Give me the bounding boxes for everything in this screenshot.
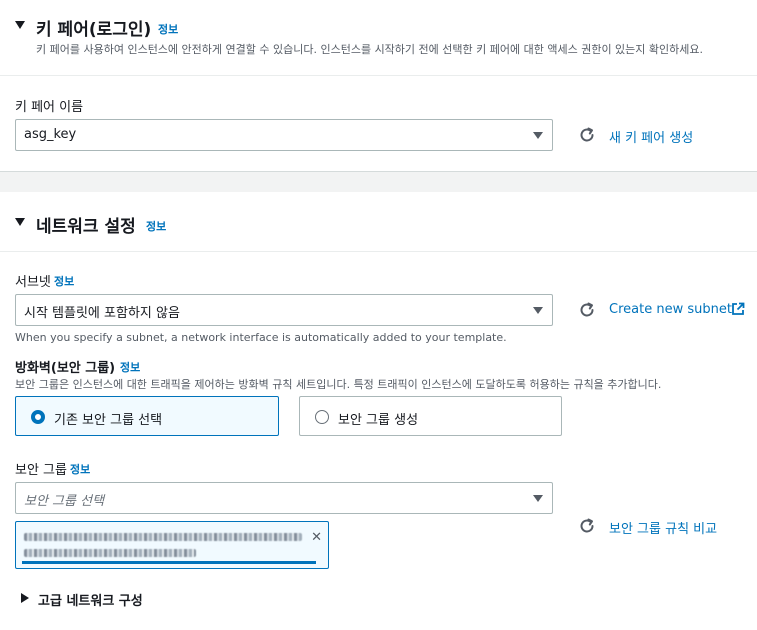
chevron-down-icon — [533, 495, 543, 502]
radio-selected-icon — [31, 410, 45, 424]
radio-unselected-icon — [315, 410, 329, 424]
expand-caret-icon[interactable] — [15, 21, 25, 29]
subnet-selected-value: 시작 템플릿에 포함하지 않음 — [24, 306, 180, 321]
selected-security-group-token: ✕ — [15, 521, 329, 569]
network-info-link[interactable]: 정보 — [146, 218, 166, 234]
page: 키 페어(로그인) 정보 키 페어를 사용하여 인스턴스에 안전하게 연결할 수… — [0, 0, 757, 630]
radio-create-security-group[interactable]: 보안 그룹 생성 — [299, 396, 562, 436]
redacted-group-id — [24, 549, 196, 557]
refresh-icon[interactable] — [578, 126, 596, 144]
create-key-pair-link[interactable]: 새 키 페어 생성 — [609, 127, 693, 146]
key-pair-section-title: 키 페어(로그인) — [36, 20, 152, 40]
compare-security-group-rules-link[interactable]: 보안 그룹 규칙 비교 — [609, 518, 717, 537]
radio-label: 보안 그룹 생성 — [338, 413, 419, 428]
key-pair-info-link[interactable]: 정보 — [158, 21, 178, 37]
key-pair-selected-value: asg_key — [24, 127, 77, 142]
firewall-label: 방화벽(보안 그룹) — [15, 361, 116, 376]
radio-label: 기존 보안 그룹 선택 — [54, 413, 163, 428]
security-group-select[interactable]: 보안 그룹 선택 — [15, 482, 553, 514]
network-section-title: 네트워크 설정 — [36, 217, 136, 237]
redacted-group-name — [24, 533, 302, 541]
subnet-hint: When you specify a subnet, a network int… — [15, 331, 507, 344]
security-group-placeholder: 보안 그룹 선택 — [24, 494, 105, 509]
subnet-label: 서브넷 — [15, 275, 51, 290]
external-link-icon[interactable] — [731, 302, 745, 316]
key-pair-name-label: 키 페어 이름 — [15, 100, 84, 115]
refresh-icon[interactable] — [578, 517, 596, 535]
collapse-caret-icon[interactable] — [21, 593, 29, 603]
chevron-down-icon — [533, 132, 543, 139]
expand-caret-icon[interactable] — [15, 218, 25, 226]
create-subnet-link[interactable]: Create new subnet — [609, 302, 732, 317]
key-pair-description: 키 페어를 사용하여 인스턴스에 안전하게 연결할 수 있습니다. 인스턴스를 … — [36, 43, 704, 56]
radio-existing-security-group[interactable]: 기존 보안 그룹 선택 — [15, 396, 279, 436]
refresh-icon[interactable] — [578, 301, 596, 319]
firewall-description: 보안 그룹은 인스턴스에 대한 트래픽을 제어하는 방화벽 규칙 세트입니다. … — [15, 378, 662, 391]
remove-token-icon[interactable]: ✕ — [311, 530, 322, 545]
security-group-label: 보안 그룹 — [15, 463, 67, 478]
key-pair-select[interactable]: asg_key — [15, 119, 553, 151]
subnet-select[interactable]: 시작 템플릿에 포함하지 않음 — [15, 294, 553, 326]
chevron-down-icon — [533, 307, 543, 314]
security-group-info-link[interactable]: 정보 — [70, 461, 90, 477]
token-underline — [22, 561, 316, 564]
section-divider — [0, 171, 757, 192]
firewall-info-link[interactable]: 정보 — [120, 359, 140, 375]
advanced-network-config-toggle[interactable]: 고급 네트워크 구성 — [38, 590, 143, 609]
subnet-info-link[interactable]: 정보 — [54, 273, 74, 289]
